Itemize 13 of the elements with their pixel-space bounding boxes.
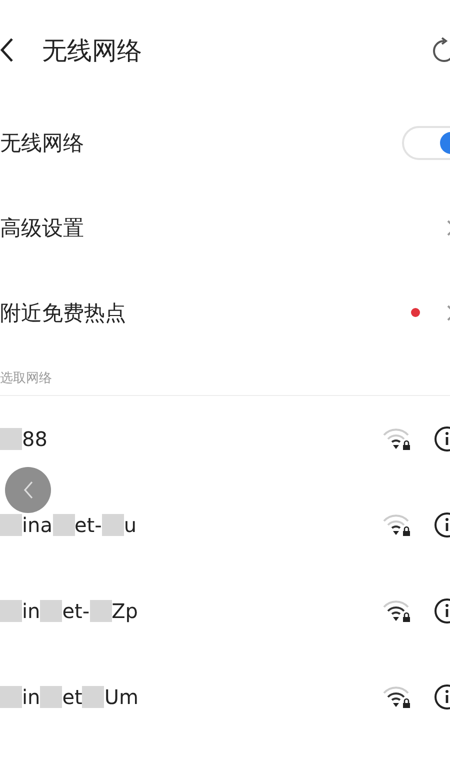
setting-label[interactable]: 附近免费热点	[0, 298, 411, 326]
network-name[interactable]: in et- Zp	[0, 599, 382, 623]
section-heading: 选取网络	[0, 370, 53, 388]
setting-label[interactable]: 高级设置	[0, 214, 446, 242]
setting-label[interactable]: 无线网络	[0, 128, 402, 156]
floating-back-button[interactable]	[5, 467, 51, 513]
toggle-switch[interactable]	[402, 126, 450, 160]
network-name[interactable]: in et Um	[0, 685, 382, 709]
refresh-icon[interactable]	[432, 36, 450, 64]
back-icon[interactable]	[0, 37, 14, 63]
page-title: 无线网络	[42, 34, 143, 66]
network-name[interactable]: 88	[0, 427, 382, 451]
network-name[interactable]: ina et- u	[0, 513, 382, 537]
